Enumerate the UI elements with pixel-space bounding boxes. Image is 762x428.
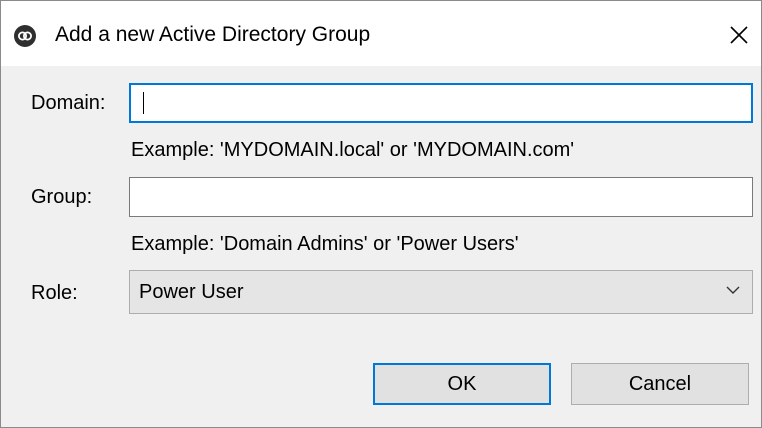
group-field[interactable] — [129, 177, 753, 217]
group-input[interactable] — [130, 178, 752, 216]
domain-example-hint: Example: 'MYDOMAIN.local' or 'MYDOMAIN.c… — [131, 139, 575, 161]
domain-field[interactable] — [129, 83, 753, 123]
add-ad-group-dialog: Add a new Active Directory Group Domain:… — [0, 0, 762, 428]
role-select[interactable]: Power User — [129, 270, 753, 314]
group-example-hint: Example: 'Domain Admins' or 'Power Users… — [131, 233, 519, 255]
group-label: Group: — [31, 186, 93, 208]
text-caret — [143, 92, 144, 114]
close-icon — [730, 26, 748, 44]
ok-button[interactable]: OK — [373, 363, 551, 405]
role-label: Role: — [31, 282, 78, 304]
domain-input[interactable] — [131, 85, 751, 121]
chevron-down-icon — [726, 286, 740, 294]
close-button[interactable] — [717, 15, 761, 55]
role-selected-value: Power User — [139, 281, 244, 303]
cancel-button[interactable]: Cancel — [571, 363, 749, 405]
domain-label: Domain: — [31, 92, 106, 114]
title-bar[interactable]: Add a new Active Directory Group — [1, 1, 761, 66]
window-title: Add a new Active Directory Group — [55, 23, 371, 46]
app-logo-icon — [14, 25, 36, 47]
